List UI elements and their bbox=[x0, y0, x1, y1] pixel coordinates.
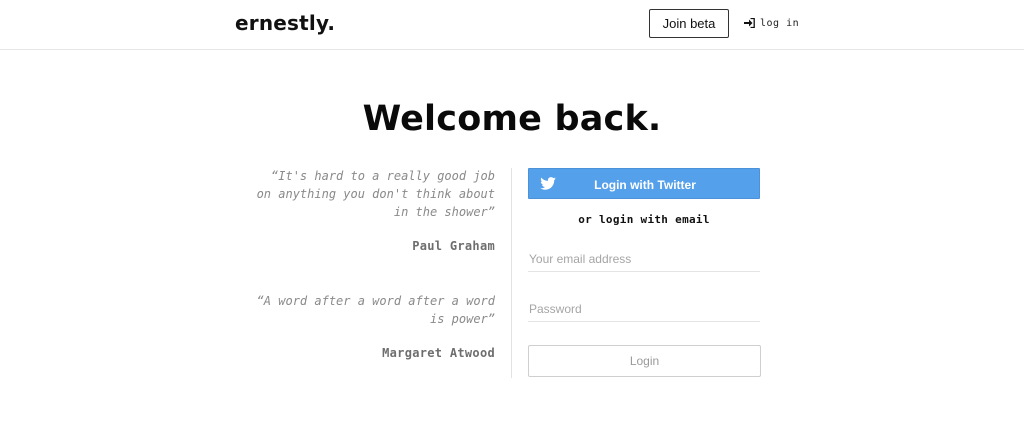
quote-author: Margaret Atwood bbox=[382, 346, 495, 360]
email-field[interactable] bbox=[528, 246, 760, 272]
brand-logo[interactable]: ernestly. bbox=[235, 11, 335, 35]
vertical-divider bbox=[511, 168, 512, 378]
page-title: Welcome back. bbox=[362, 99, 662, 139]
or-login-with-email-text: or login with email bbox=[578, 213, 710, 226]
login-button[interactable]: Login bbox=[528, 345, 761, 377]
quote-text: “A word after a word after a word is pow… bbox=[256, 294, 495, 326]
top-navbar: ernestly. Join beta log in bbox=[0, 0, 1024, 50]
quote-text: “It's hard to a really good job on anyth… bbox=[256, 169, 495, 219]
join-beta-button[interactable]: Join beta bbox=[649, 9, 729, 38]
login-with-twitter-button[interactable]: Login with Twitter bbox=[528, 168, 760, 199]
login-link-label: log in bbox=[760, 17, 800, 29]
twitter-button-label: Login with Twitter bbox=[594, 177, 696, 192]
quote-author: Paul Graham bbox=[412, 239, 495, 253]
login-link[interactable]: log in bbox=[744, 15, 799, 31]
sign-in-icon bbox=[744, 18, 755, 28]
password-field[interactable] bbox=[528, 296, 760, 322]
